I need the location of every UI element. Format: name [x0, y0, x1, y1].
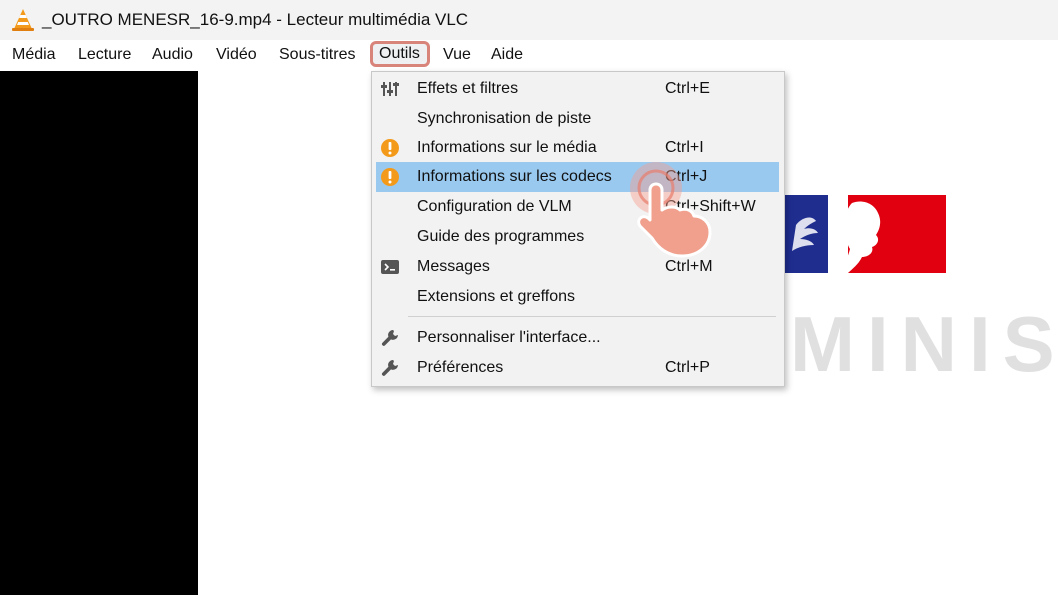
video-black-border — [0, 71, 198, 595]
window-title: _OUTRO MENESR_16-9.mp4 - Lecteur multimé… — [42, 10, 469, 29]
menu-sous-titres[interactable]: Sous-titres — [279, 46, 355, 64]
menu-item-extensions[interactable]: Extensions et greffons — [376, 282, 779, 312]
vlc-cone-icon — [12, 9, 34, 31]
menu-item-shortcut: Ctrl+I — [665, 139, 704, 156]
menu-vue[interactable]: Vue — [443, 46, 471, 64]
menu-item-label: Effets et filtres — [417, 80, 519, 97]
tap-hand-icon — [630, 162, 712, 258]
terminal-icon — [381, 260, 399, 274]
info-icon — [381, 139, 399, 157]
menu-separator — [408, 316, 776, 317]
menu-item-label: Préférences — [417, 359, 504, 376]
wrench-icon — [381, 330, 398, 346]
menu-item-shortcut: Ctrl+M — [665, 258, 713, 275]
marianne-logo-icon — [792, 201, 881, 273]
menu-item-label: Personnaliser l'interface... — [417, 329, 601, 346]
menu-lecture[interactable]: Lecture — [78, 46, 131, 64]
menu-bar: Média Lecture Audio Vidéo Sous-titres Ou… — [0, 40, 1058, 71]
title-bar: _OUTRO MENESR_16-9.mp4 - Lecteur multimé… — [0, 0, 1058, 40]
menu-item-synchronisation[interactable]: Synchronisation de piste — [376, 104, 779, 134]
menu-item-personnaliser-interface[interactable]: Personnaliser l'interface... — [376, 323, 779, 353]
menu-audio[interactable]: Audio — [152, 46, 193, 64]
menu-item-label: Guide des programmes — [417, 228, 585, 245]
menu-item-label: Extensions et greffons — [417, 288, 576, 305]
menu-item-informations-media[interactable]: Informations sur le média Ctrl+I — [376, 133, 779, 163]
menu-item-label: Informations sur les codecs — [417, 168, 612, 185]
menu-outils[interactable]: Outils — [370, 41, 430, 67]
equalizer-icon — [381, 82, 399, 96]
menu-item-label: Synchronisation de piste — [417, 110, 592, 127]
outils-dropdown-menu: Effets et filtres Ctrl+E Synchronisation… — [371, 71, 785, 387]
menu-video[interactable]: Vidéo — [216, 46, 257, 64]
menu-media[interactable]: Média — [12, 46, 56, 64]
ministere-watermark: MINIST — [790, 300, 1058, 388]
menu-item-preferences[interactable]: Préférences Ctrl+P — [376, 353, 779, 383]
menu-item-shortcut: Ctrl+P — [665, 359, 710, 376]
menu-item-shortcut: Ctrl+E — [665, 80, 710, 97]
wrench-icon — [381, 360, 398, 376]
info-icon — [381, 168, 399, 186]
menu-item-label: Messages — [417, 258, 490, 275]
menu-item-effets-filtres[interactable]: Effets et filtres Ctrl+E — [376, 74, 779, 104]
menu-item-label: Informations sur le média — [417, 139, 597, 156]
menu-aide[interactable]: Aide — [491, 46, 523, 64]
menu-item-label: Configuration de VLM — [417, 198, 572, 215]
